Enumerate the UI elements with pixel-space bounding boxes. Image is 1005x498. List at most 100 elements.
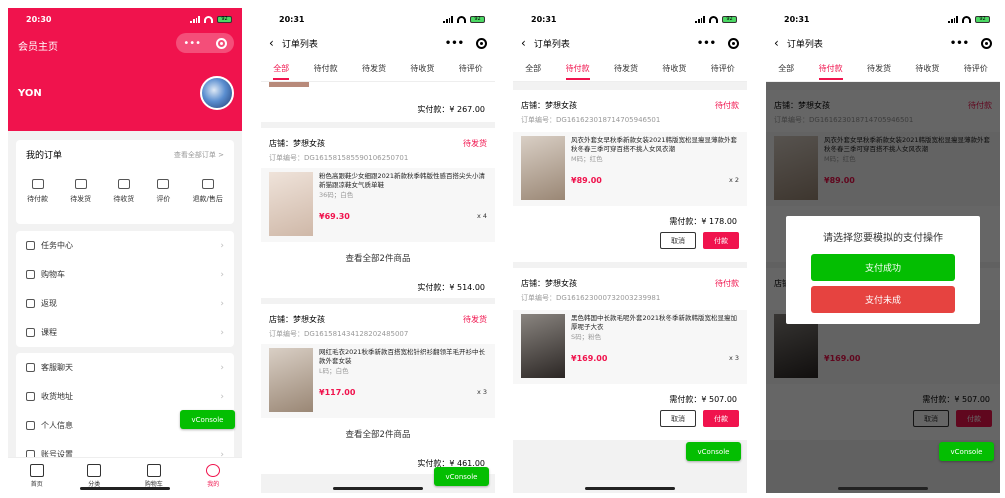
tab-pending-pay[interactable]: 待付款: [818, 56, 843, 82]
shop-name: 店铺：梦想女孩: [269, 139, 325, 148]
cart-icon: [146, 463, 161, 477]
order-card-previous: 实付款：¥ 267.00: [261, 82, 495, 122]
order-item[interactable]: 网红毛衣2021秋季新款百搭宽松针织衫翻领羊毛开衫中长款外套女装 L码；白色 ¥…: [261, 344, 495, 418]
cancel-button[interactable]: 取消: [660, 232, 696, 249]
product-price: ¥117.00: [319, 388, 356, 397]
product-qty: x 4: [476, 212, 487, 220]
battery-icon: 92: [470, 15, 485, 23]
back-icon[interactable]: ‹: [521, 36, 526, 50]
truck-icon: [117, 179, 130, 189]
vconsole-button[interactable]: vConsole: [180, 410, 235, 429]
box-icon: [74, 179, 87, 189]
tab-pending-receive[interactable]: 待收货: [410, 56, 434, 82]
username: YON: [18, 88, 42, 99]
order-item[interactable]: 黑色韩国中长款毛呢外套2021秋冬季新款韩版宽松显瘦加厚呢子大衣 S码；粉色 ¥…: [513, 310, 747, 384]
vconsole-button[interactable]: vConsole: [686, 442, 741, 461]
status-bar: 20:31 92: [766, 8, 1000, 30]
product-image: [269, 348, 313, 412]
signal-icon: [190, 15, 200, 23]
product-image-partial: [269, 82, 309, 87]
home-indicator: [585, 487, 675, 490]
tab-pending-ship[interactable]: 待发货: [362, 56, 386, 82]
menu-group-1: 任务中心 › 购物车 › 返现 › 课程 ›: [16, 231, 234, 347]
payment-simulation-screen: 20:31 92 ‹ 订单列表 ••• 全部 待付款 待发货 待收货 待评价 店…: [766, 8, 1000, 493]
order-card[interactable]: 店铺：梦想女孩 待付款 订单编号：DG161623018714705946501 …: [513, 90, 747, 262]
more-icon[interactable]: •••: [697, 38, 716, 49]
tab-pending-ship[interactable]: 待发货: [867, 56, 891, 82]
tab-mine[interactable]: 我的: [206, 458, 221, 493]
menu-item-cart[interactable]: 购物车 ›: [16, 260, 234, 289]
order-item[interactable]: 粉色高跟鞋少女细跟2021新款秋季韩版性感百搭尖头小清新猫跟凉鞋女气质单鞋 36…: [261, 168, 495, 242]
tab-home[interactable]: 首页: [29, 458, 44, 493]
vconsole-button[interactable]: vConsole: [434, 467, 489, 486]
more-icon[interactable]: •••: [445, 38, 464, 49]
order-pending-receive[interactable]: 待收货: [113, 179, 134, 204]
tab-pending-receive[interactable]: 待收货: [662, 56, 686, 82]
chevron-right-icon: ›: [220, 269, 224, 280]
tab-all[interactable]: 全部: [525, 56, 541, 82]
product-price: ¥169.00: [571, 354, 608, 363]
battery-icon: 92: [722, 15, 737, 23]
view-all-items-link[interactable]: 查看全部2件商品: [261, 428, 495, 440]
tab-pending-receive[interactable]: 待收货: [915, 56, 939, 82]
order-tabs: 全部 待付款 待发货 待收货 待评价: [261, 56, 495, 82]
close-target-icon[interactable]: [476, 37, 487, 49]
cart-icon: [26, 270, 35, 279]
order-review[interactable]: 评价: [156, 179, 170, 204]
back-icon[interactable]: ‹: [269, 36, 274, 50]
cancel-button[interactable]: 取消: [660, 410, 696, 427]
order-list: 实付款：¥ 267.00 店铺：梦想女孩 待发货 订单编号：DG161581585…: [261, 82, 495, 493]
tab-pending-review[interactable]: 待评价: [964, 56, 988, 82]
menu-item-courses[interactable]: 课程 ›: [16, 318, 234, 347]
menu-item-address[interactable]: 收货地址 ›: [16, 382, 234, 411]
order-status: 待付款: [715, 279, 739, 288]
order-card[interactable]: 店铺：梦想女孩 待发货 订单编号：DG161581434128202485007 …: [261, 304, 495, 452]
tab-pending-review[interactable]: 待评价: [459, 56, 483, 82]
order-card[interactable]: 店铺：梦想女孩 待付款 订单编号：DG161623000732003239981 …: [513, 268, 747, 440]
tab-pending-review[interactable]: 待评价: [711, 56, 735, 82]
tab-pending-pay[interactable]: 待付款: [314, 56, 338, 82]
cashback-icon: [26, 299, 35, 308]
close-target-icon[interactable]: [215, 37, 227, 49]
task-icon: [26, 241, 35, 250]
close-target-icon[interactable]: [728, 37, 739, 49]
home-icon: [29, 463, 44, 477]
tab-pending-ship[interactable]: 待发货: [614, 56, 638, 82]
avatar[interactable]: [200, 76, 234, 110]
close-target-icon[interactable]: [981, 37, 992, 49]
shop-name: 店铺：梦想女孩: [521, 101, 577, 110]
status-time: 20:30: [26, 14, 52, 24]
wifi-icon: [962, 15, 971, 23]
status-bar: 20:31 92: [261, 8, 495, 30]
view-all-items-link[interactable]: 查看全部2件商品: [261, 252, 495, 264]
menu-item-cashback[interactable]: 返现 ›: [16, 289, 234, 318]
payment-failed-button[interactable]: 支付未成: [811, 286, 955, 313]
order-card[interactable]: 店铺：梦想女孩 待发货 订单编号：DG161581585590106250701 …: [261, 128, 495, 276]
order-item[interactable]: 风衣外套女早秋季新款女装2021韩版宽松显瘦显薄款外套秋冬春三季可穿百搭不挑人女…: [513, 132, 747, 206]
menu-item-task-center[interactable]: 任务中心 ›: [16, 231, 234, 260]
order-list-pending-screen: 20:31 92 ‹ 订单列表 ••• 全部 待付款 待发货 待收货 待评价 店…: [513, 8, 747, 493]
pay-button[interactable]: 付款: [703, 410, 739, 427]
pay-button[interactable]: 付款: [703, 232, 739, 249]
back-icon[interactable]: ‹: [774, 36, 779, 50]
signal-icon: [695, 15, 705, 23]
menu-item-chat[interactable]: 客服聊天 ›: [16, 353, 234, 382]
order-pending-ship[interactable]: 待发货: [70, 179, 91, 204]
payment-success-button[interactable]: 支付成功: [811, 254, 955, 281]
more-icon[interactable]: •••: [950, 38, 969, 49]
tab-all[interactable]: 全部: [778, 56, 794, 82]
order-pending-pay[interactable]: 待付款: [27, 179, 48, 204]
product-spec: L码；白色: [319, 367, 349, 375]
tab-pending-pay[interactable]: 待付款: [565, 56, 590, 82]
tab-all[interactable]: 全部: [273, 56, 290, 82]
home-indicator: [333, 487, 423, 490]
vconsole-button[interactable]: vConsole: [939, 442, 994, 461]
view-all-orders-link[interactable]: 查看全部订单 >: [174, 150, 224, 160]
more-icon[interactable]: •••: [183, 38, 201, 49]
product-spec: S码；粉色: [571, 333, 602, 341]
shop-name: 店铺：梦想女孩: [521, 279, 577, 288]
chevron-right-icon: ›: [220, 240, 224, 251]
product-image: [521, 136, 565, 200]
mini-program-capsule[interactable]: •••: [176, 33, 234, 53]
order-refund[interactable]: 退款/售后: [193, 179, 223, 204]
